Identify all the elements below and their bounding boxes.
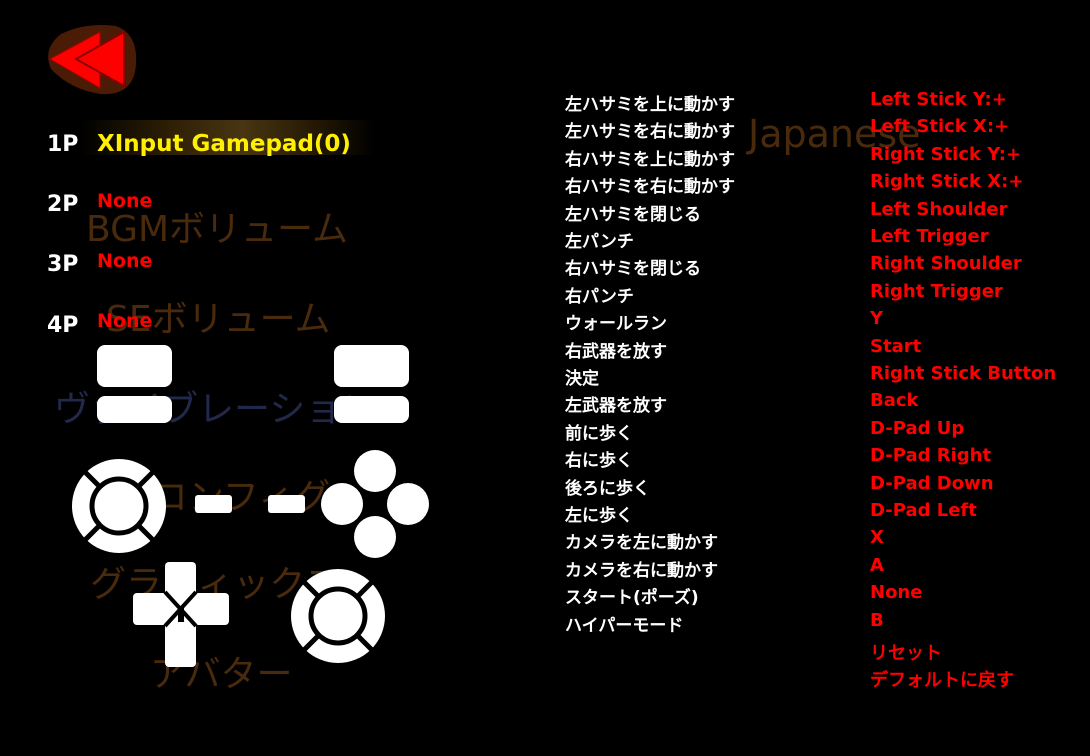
binding-key-button[interactable]: Left Trigger [870,226,989,247]
binding-action-label: 左武器を放す [565,396,667,417]
binding-key-button[interactable]: D-Pad Down [870,473,994,494]
binding-action-label: 右パンチ [565,286,634,307]
binding-action-label: 右ハサミを右に動かす [565,177,735,198]
face-button-a-icon [354,516,396,558]
right-stick-icon [291,569,385,663]
binding-action-label: 左に歩く [565,506,633,526]
left-shoulder-icon [97,345,172,387]
binding-action-label: 前に歩く [565,423,633,444]
binding-action-label: 左ハサミを閉じる [565,204,701,225]
left-stick-icon [72,459,166,553]
binding-key-button[interactable]: X [870,527,884,548]
binding-key-button[interactable]: Right Shoulder [870,253,1022,274]
binding-action-label: カメラを左に動かす [565,533,718,554]
binding-action-label: 右ハサミを閉じる [565,259,701,280]
face-button-x-icon [321,483,363,525]
binding-action-label: 左ハサミを右に動かす [565,122,735,143]
player-3-device[interactable]: None [97,250,152,272]
face-button-b-icon [387,483,429,525]
binding-key-button[interactable]: Right Stick X:+ [870,171,1023,192]
back-button[interactable] [46,24,138,96]
binding-key-button[interactable]: B [870,610,884,631]
right-shoulder-icon [334,345,409,387]
binding-action-label: ウォールラン [565,314,667,335]
binding-key-button[interactable]: Right Trigger [870,281,1003,302]
binding-key-button[interactable]: D-Pad Up [870,418,964,439]
reset-button[interactable]: リセット [870,639,942,665]
binding-key-button[interactable]: A [870,555,884,576]
player-3-label: 3P [47,252,79,277]
binding-action-label: ハイパーモード [565,615,684,636]
double-left-arrow-icon [48,25,137,95]
binding-key-button[interactable]: D-Pad Left [870,500,977,521]
restore-defaults-button[interactable]: デフォルトに戻す [870,666,1014,692]
binding-action-label: 左パンチ [565,232,634,252]
binding-key-button[interactable]: Back [870,390,919,411]
binding-action-label: 右に歩く [565,451,633,472]
binding-key-button[interactable]: None [870,582,922,603]
binding-action-label: スタート(ポーズ) [565,588,699,609]
binding-action-label: カメラを右に動かす [565,560,718,581]
binding-key-button[interactable]: Left Stick Y:+ [870,89,1007,110]
binding-key-button[interactable]: Left Stick X:+ [870,116,1009,137]
right-trigger-icon [334,396,409,423]
binding-key-button[interactable]: D-Pad Right [870,445,991,466]
player-4-device[interactable]: None [97,310,152,332]
binding-action-label: 決定 [565,369,599,389]
player-2-device[interactable]: None [97,190,152,212]
player-2-label: 2P [47,192,79,217]
binding-key-button[interactable]: Right Stick Button [870,363,1056,384]
binding-key-button[interactable]: Y [870,308,883,329]
face-button-y-icon [354,450,396,492]
binding-action-label: 後ろに歩く [565,478,650,499]
gamepad-diagram [72,345,429,667]
start-button-icon [268,495,305,513]
player-1-device[interactable]: XInput Gamepad(0) [97,131,351,157]
back-button-icon [195,495,232,513]
binding-key-button[interactable]: Right Stick Y:+ [870,144,1021,165]
left-trigger-icon [97,396,172,423]
binding-action-label: 右ハサミを上に動かす [565,149,735,170]
dpad-icon [133,562,229,667]
player-1-label: 1P [47,132,79,157]
binding-action-label: 左ハサミを上に動かす [565,95,735,115]
binding-key-button[interactable]: Left Shoulder [870,199,1007,220]
binding-action-label: 右武器を放す [565,341,667,362]
binding-key-button[interactable]: Start [870,336,921,357]
